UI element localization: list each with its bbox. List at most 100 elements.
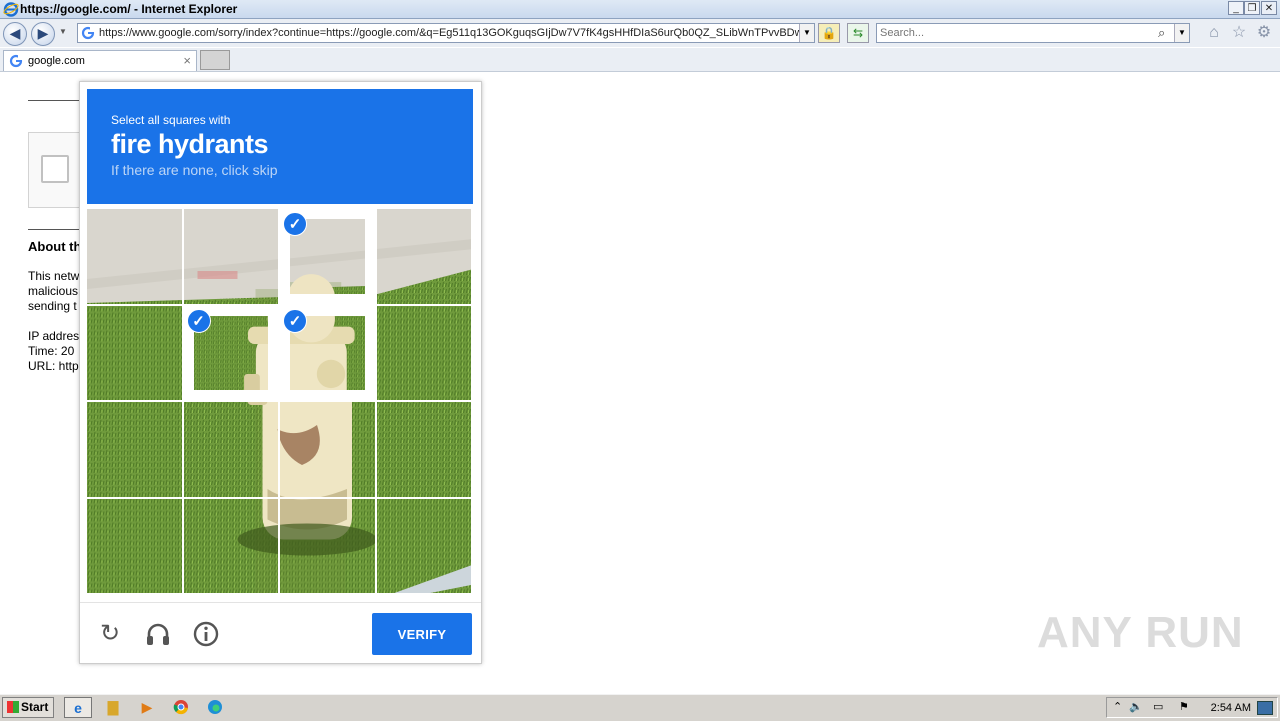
tab-google[interactable]: google.com × bbox=[3, 50, 197, 71]
selected-check-icon: ✓ bbox=[283, 308, 307, 333]
time-line: Time: 20 bbox=[28, 344, 75, 358]
captcha-tile[interactable] bbox=[183, 209, 278, 304]
show-desktop-icon[interactable] bbox=[1257, 701, 1273, 715]
recaptcha-checkbox[interactable] bbox=[41, 155, 69, 183]
search-input[interactable] bbox=[880, 25, 1150, 41]
captcha-tile-image bbox=[280, 402, 375, 497]
media-player-icon[interactable]: ▶ bbox=[133, 697, 161, 718]
navigation-bar: ◀ ▶ ▼ https://www.google.com/sorry/index… bbox=[0, 19, 1280, 47]
minimize-icon: _ bbox=[1233, 3, 1239, 14]
address-dropdown-button[interactable]: ▼ bbox=[799, 24, 814, 42]
captcha-tile[interactable] bbox=[183, 498, 278, 593]
captcha-tile[interactable] bbox=[87, 498, 182, 593]
refresh-button[interactable]: ⇆ bbox=[847, 23, 869, 43]
lock-icon: 🔒 bbox=[821, 26, 837, 40]
captcha-header: Select all squares with fire hydrants If… bbox=[87, 89, 473, 204]
internet-explorer-icon bbox=[3, 2, 19, 17]
captcha-tile-image bbox=[183, 209, 278, 304]
captcha-tile[interactable] bbox=[87, 402, 182, 497]
captcha-tile[interactable]: ✓ bbox=[183, 305, 278, 400]
captcha-tile-image bbox=[183, 498, 278, 593]
captcha-tile[interactable] bbox=[280, 498, 375, 593]
search-box[interactable]: ⌕ ▼ bbox=[876, 23, 1190, 43]
tab-close-icon[interactable]: × bbox=[183, 53, 191, 68]
back-button[interactable]: ◀ bbox=[3, 22, 27, 46]
google-favicon-icon bbox=[81, 26, 95, 40]
refresh-icon: ⇆ bbox=[852, 26, 864, 40]
captcha-tile[interactable]: ✓ bbox=[280, 209, 375, 304]
captcha-tile[interactable] bbox=[376, 209, 471, 304]
close-icon: ✕ bbox=[1264, 3, 1274, 14]
reload-icon[interactable]: ↻ bbox=[95, 619, 125, 649]
edge-icon[interactable] bbox=[201, 697, 229, 718]
maximize-icon: ❐ bbox=[1247, 3, 1257, 14]
file-explorer-icon[interactable]: ▇ bbox=[99, 697, 127, 718]
verify-button[interactable]: VERIFY bbox=[372, 613, 472, 655]
about-heading: About th bbox=[28, 239, 82, 254]
history-dropdown-icon[interactable]: ▼ bbox=[59, 27, 67, 36]
security-lock-button[interactable]: 🔒 bbox=[818, 23, 840, 43]
captcha-tile[interactable] bbox=[280, 402, 375, 497]
action-center-flag-icon[interactable]: ⚑ bbox=[1179, 700, 1189, 713]
maximize-button[interactable]: ❐ bbox=[1244, 1, 1260, 15]
captcha-image-grid: ✓ ✓ ✓ bbox=[87, 209, 473, 595]
new-tab-button[interactable] bbox=[200, 50, 230, 70]
selected-check-icon: ✓ bbox=[283, 212, 307, 236]
search-dropdown-button[interactable]: ▼ bbox=[1174, 24, 1189, 42]
favorites-star-icon[interactable]: ☆ bbox=[1230, 24, 1248, 42]
title-bar: https://google.com/ - Internet Explorer … bbox=[0, 0, 1280, 19]
captcha-instruction: Select all squares with bbox=[111, 113, 231, 127]
page-paragraph-line: This netw bbox=[28, 269, 80, 283]
captcha-tile[interactable] bbox=[87, 209, 182, 304]
chrome-icon[interactable] bbox=[167, 697, 195, 718]
captcha-tile[interactable]: ✓ bbox=[280, 305, 375, 400]
ip-address-line: IP addres bbox=[28, 329, 80, 343]
start-button[interactable]: Start bbox=[2, 697, 54, 718]
captcha-tile-image bbox=[376, 402, 471, 497]
audio-icon[interactable] bbox=[143, 619, 173, 649]
tab-strip: google.com × bbox=[0, 48, 1280, 72]
captcha-footer: ↻ VERIFY bbox=[80, 602, 481, 665]
system-tray: ⌃ 🔈 ▭ ⚑ 2:54 AM bbox=[1106, 697, 1278, 718]
captcha-tile[interactable] bbox=[376, 498, 471, 593]
captcha-target: fire hydrants bbox=[111, 129, 269, 159]
google-favicon-icon bbox=[9, 54, 23, 68]
search-icon[interactable]: ⌕ bbox=[1158, 25, 1165, 41]
volume-icon[interactable]: 🔈 bbox=[1129, 700, 1143, 713]
captcha-tile-image bbox=[87, 402, 182, 497]
captcha-tile[interactable] bbox=[376, 305, 471, 400]
info-icon[interactable] bbox=[191, 619, 221, 649]
forward-arrow-icon: ▶ bbox=[37, 25, 49, 41]
captcha-tile-image bbox=[376, 498, 471, 593]
window-title: https://google.com/ - Internet Explorer bbox=[20, 2, 238, 16]
tray-expand-icon[interactable]: ⌃ bbox=[1113, 700, 1122, 713]
taskbar-clock[interactable]: 2:54 AM bbox=[1211, 702, 1251, 714]
close-window-button[interactable]: ✕ bbox=[1261, 1, 1277, 15]
minimize-button[interactable]: _ bbox=[1228, 1, 1244, 15]
tab-label: google.com bbox=[28, 55, 85, 67]
internet-explorer-icon[interactable]: e bbox=[64, 697, 92, 718]
page-paragraph-line: malicious bbox=[28, 284, 79, 298]
captcha-tile-image bbox=[87, 209, 182, 304]
gear-icon[interactable]: ⚙ bbox=[1255, 24, 1273, 42]
captcha-tile-image bbox=[280, 498, 375, 593]
address-bar[interactable]: https://www.google.com/sorry/index?conti… bbox=[77, 23, 815, 43]
captcha-tile[interactable] bbox=[87, 305, 182, 400]
forward-button[interactable]: ▶ bbox=[31, 22, 55, 46]
captcha-tile-image bbox=[376, 209, 471, 304]
start-label: Start bbox=[21, 700, 49, 714]
address-url[interactable]: https://www.google.com/sorry/index?conti… bbox=[99, 27, 799, 39]
captcha-tile-image bbox=[376, 305, 471, 400]
home-icon[interactable]: ⌂ bbox=[1205, 24, 1223, 42]
windows-logo-icon bbox=[7, 701, 19, 713]
network-icon[interactable]: ▭ bbox=[1153, 700, 1163, 713]
page-paragraph-line: sending t bbox=[28, 299, 77, 313]
captcha-hint: If there are none, click skip bbox=[111, 162, 278, 178]
anyrun-watermark: ANY RUN bbox=[1037, 608, 1244, 657]
captcha-tile-image bbox=[87, 305, 182, 400]
captcha-tile[interactable] bbox=[376, 402, 471, 497]
url-line: URL: http bbox=[28, 359, 79, 373]
captcha-tile-image bbox=[87, 498, 182, 593]
captcha-tile[interactable] bbox=[183, 402, 278, 497]
captcha-challenge-dialog: Select all squares with fire hydrants If… bbox=[79, 81, 482, 664]
